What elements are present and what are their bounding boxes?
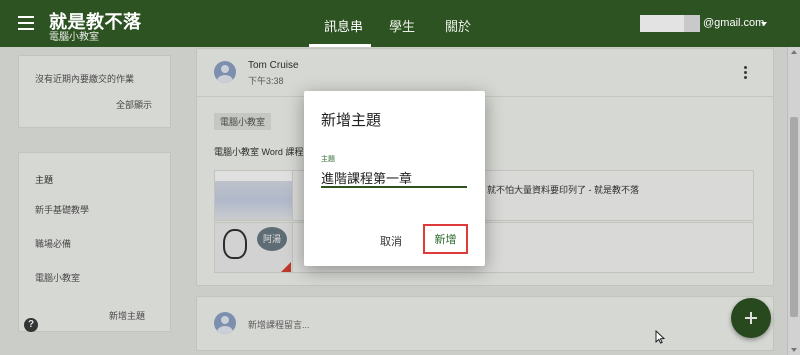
chevron-down-icon[interactable] [761,22,767,26]
hamburger-menu-icon[interactable] [18,16,34,30]
add-button[interactable]: 新增 [423,224,468,254]
account-email[interactable]: @gmail.com [703,17,764,29]
tab-stream[interactable]: 訊息串 [324,16,363,35]
tab-about[interactable]: 關於 [445,16,471,35]
topic-field-label: 主題 [321,156,335,163]
mouse-cursor-icon [655,330,665,344]
tab-students[interactable]: 學生 [389,16,415,35]
email-redacted-block [640,15,684,32]
cancel-button[interactable]: 取消 [370,228,412,254]
add-topic-dialog: 新增主題 主題 取消 新增 [304,91,485,266]
email-redacted-block [684,15,700,32]
topic-name-input[interactable] [321,168,467,188]
app-header: 就是教不落 電腦小教室 訊息串 學生 關於 @gmail.com [0,0,800,47]
dialog-title: 新增主題 [321,112,382,129]
class-subtitle: 電腦小教室 [49,32,99,43]
